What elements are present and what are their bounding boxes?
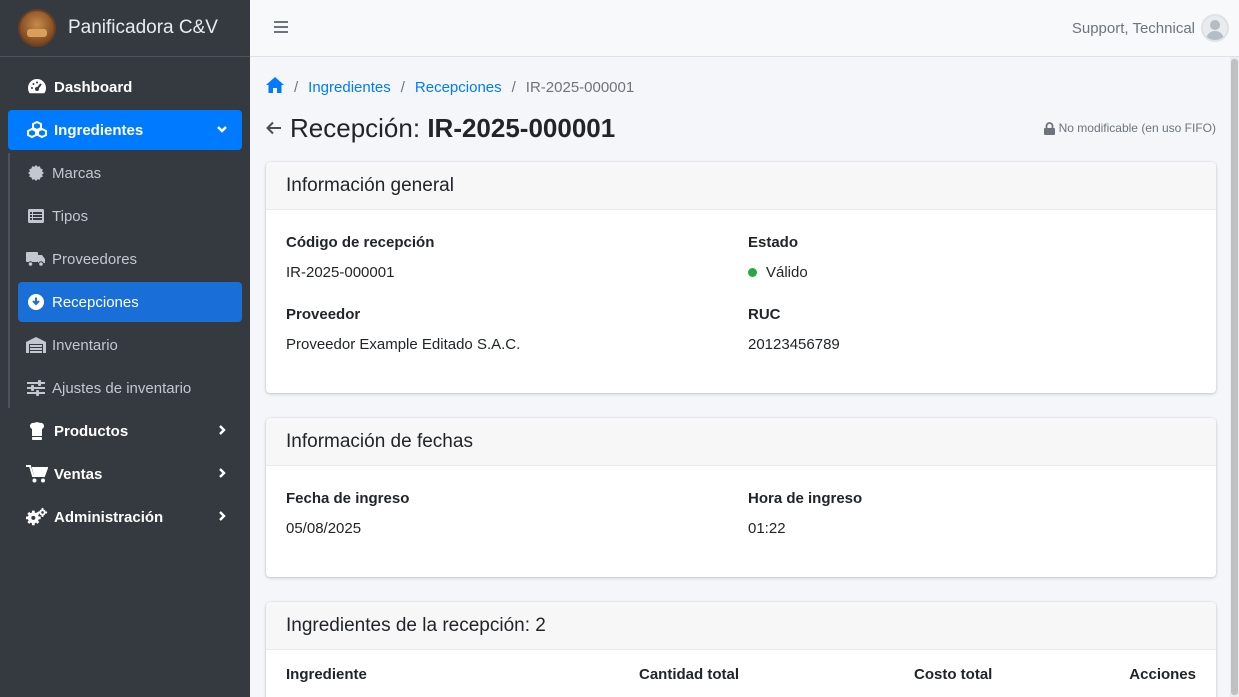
sidebar-item-ingredientes[interactable]: Ingredientes (8, 110, 242, 150)
lock-status: No modificable (en uso FIFO) (1043, 121, 1216, 135)
date-field: Fecha de ingreso 05/08/2025 (286, 490, 409, 537)
sidebar-item-label: Tipos (52, 207, 89, 225)
field-label: Código de recepción (286, 234, 435, 251)
field-value: 05/08/2025 (286, 520, 362, 537)
main-content: / Ingredientes / Recepciones / IR-2025-0… (250, 57, 1239, 697)
sidebar-item-label: Recepciones (52, 293, 139, 311)
column-header: Acciones (1129, 666, 1196, 683)
scrollbar-thumb[interactable] (1231, 59, 1238, 695)
field-value: IR-2025-000001 (286, 264, 395, 281)
ingredients-table: Ingrediente Cantidad total Costo total A… (266, 650, 1216, 697)
sliders-icon (26, 379, 46, 397)
dates-info-card: Información de fechas Fecha de ingreso 0… (266, 418, 1216, 577)
field-label: Proveedor (286, 306, 361, 323)
sidebar-item-ventas[interactable]: Ventas (8, 454, 242, 494)
sidebar-item-label: Ajustes de inventario (52, 379, 192, 397)
chevron-down-icon (216, 122, 228, 139)
sidebar-item-inventario[interactable]: Inventario (18, 325, 242, 365)
warehouse-icon (26, 336, 46, 354)
breadcrumb-ingredientes[interactable]: Ingredientes (308, 79, 391, 96)
lock-note-text: No modificable (en uso FIFO) (1058, 121, 1216, 135)
sidebar-item-label: Marcas (52, 164, 102, 182)
status-field: Estado Válido (748, 234, 808, 281)
sidebar: Panificadora C&V Dashboard Ingredientes (0, 0, 250, 697)
chevron-right-icon (216, 423, 228, 440)
chevron-right-icon (216, 466, 228, 483)
column-header: Costo total (914, 666, 993, 683)
breadcrumb: / Ingredientes / Recepciones / IR-2025-0… (266, 77, 634, 97)
ingredients-card: Ingredientes de la recepción: 2 Ingredie… (266, 602, 1216, 697)
ingredientes-submenu: Marcas Tipos Proveedores Recepciones Inv… (8, 153, 250, 408)
cubes-icon (26, 120, 48, 140)
gears-icon (26, 507, 48, 527)
sidebar-item-label: Inventario (52, 336, 118, 354)
sidebar-item-label: Administración (54, 508, 164, 526)
top-navbar: Support, Technical (250, 0, 1239, 57)
avatar (1201, 14, 1229, 42)
status-dot (748, 268, 757, 277)
brand-name: Panificadora C&V (68, 17, 218, 38)
breadcrumb-recepciones[interactable]: Recepciones (415, 79, 502, 96)
sidebar-item-label: Productos (54, 422, 129, 440)
sidebar-nav: Dashboard Ingredientes Marcas Tipos Prov… (0, 57, 250, 537)
field-label: Fecha de ingreso (286, 490, 410, 507)
back-arrow-icon[interactable] (266, 121, 282, 135)
sidebar-item-recepciones[interactable]: Recepciones (18, 282, 242, 322)
home-icon[interactable] (266, 77, 284, 97)
sidebar-item-proveedores[interactable]: Proveedores (18, 239, 242, 279)
user-name: Support, Technical (1071, 19, 1195, 37)
chevron-right-icon (216, 509, 228, 526)
breadcrumb-separator: / (400, 78, 405, 96)
time-field: Hora de ingreso 01:22 (748, 490, 862, 537)
sidebar-item-label: Proveedores (52, 250, 138, 268)
page-title-code: IR-2025-000001 (427, 112, 616, 143)
sidebar-item-dashboard[interactable]: Dashboard (8, 67, 242, 107)
column-header: Cantidad total (639, 666, 739, 683)
status-text: Válido (766, 264, 808, 281)
page-title: Recepción: IR-2025-000001 (290, 113, 615, 144)
sidebar-item-productos[interactable]: Productos (8, 411, 242, 451)
field-label: Hora de ingreso (748, 490, 863, 507)
list-icon (26, 207, 46, 225)
user-menu[interactable]: Support, Technical (1072, 14, 1229, 42)
code-field: Código de recepción IR-2025-000001 (286, 234, 434, 281)
sidebar-item-label: Ingredientes (54, 121, 144, 139)
ruc-field: RUC 20123456789 (748, 306, 840, 353)
truck-icon (26, 250, 46, 268)
card-header: Información general (266, 162, 1216, 210)
sidebar-item-marcas[interactable]: Marcas (18, 153, 242, 193)
cart-icon (26, 464, 48, 484)
sidebar-item-tipos[interactable]: Tipos (18, 196, 242, 236)
breadcrumb-separator: / (294, 78, 299, 96)
sidebar-item-label: Ventas (54, 465, 103, 483)
sidebar-item-label: Dashboard (54, 78, 133, 96)
sidebar-item-ajustes-inventario[interactable]: Ajustes de inventario (18, 368, 242, 408)
field-value: Proveedor Example Editado S.A.C. (286, 336, 521, 353)
scrollbar[interactable] (1230, 57, 1239, 697)
lock-icon (1043, 121, 1055, 135)
chef-hat-icon (26, 421, 48, 441)
field-value: 20123456789 (748, 336, 840, 353)
certificate-icon (26, 164, 46, 182)
field-label: RUC (748, 306, 781, 323)
brand-link[interactable]: Panificadora C&V (0, 0, 250, 57)
bakery-logo (20, 11, 54, 45)
breadcrumb-separator: / (511, 78, 516, 96)
general-info-card: Información general Código de recepción … (266, 162, 1216, 393)
breadcrumb-current: IR-2025-000001 (525, 78, 635, 96)
download-circle-icon (26, 293, 46, 311)
menu-toggle-icon[interactable] (274, 20, 288, 38)
column-header: Ingrediente (286, 666, 367, 683)
page-header: Recepción: IR-2025-000001 No modificable… (266, 111, 1216, 145)
field-value: 01:22 (748, 520, 786, 537)
dashboard-icon (26, 77, 48, 97)
card-header: Ingredientes de la recepción: 2 (266, 602, 1216, 650)
field-label: Estado (748, 234, 799, 251)
supplier-field: Proveedor Proveedor Example Editado S.A.… (286, 306, 520, 353)
card-header: Información de fechas (266, 418, 1216, 466)
status-badge: Válido (748, 264, 808, 281)
page-title-prefix: Recepción: (290, 112, 421, 143)
sidebar-item-administracion[interactable]: Administración (8, 497, 242, 537)
